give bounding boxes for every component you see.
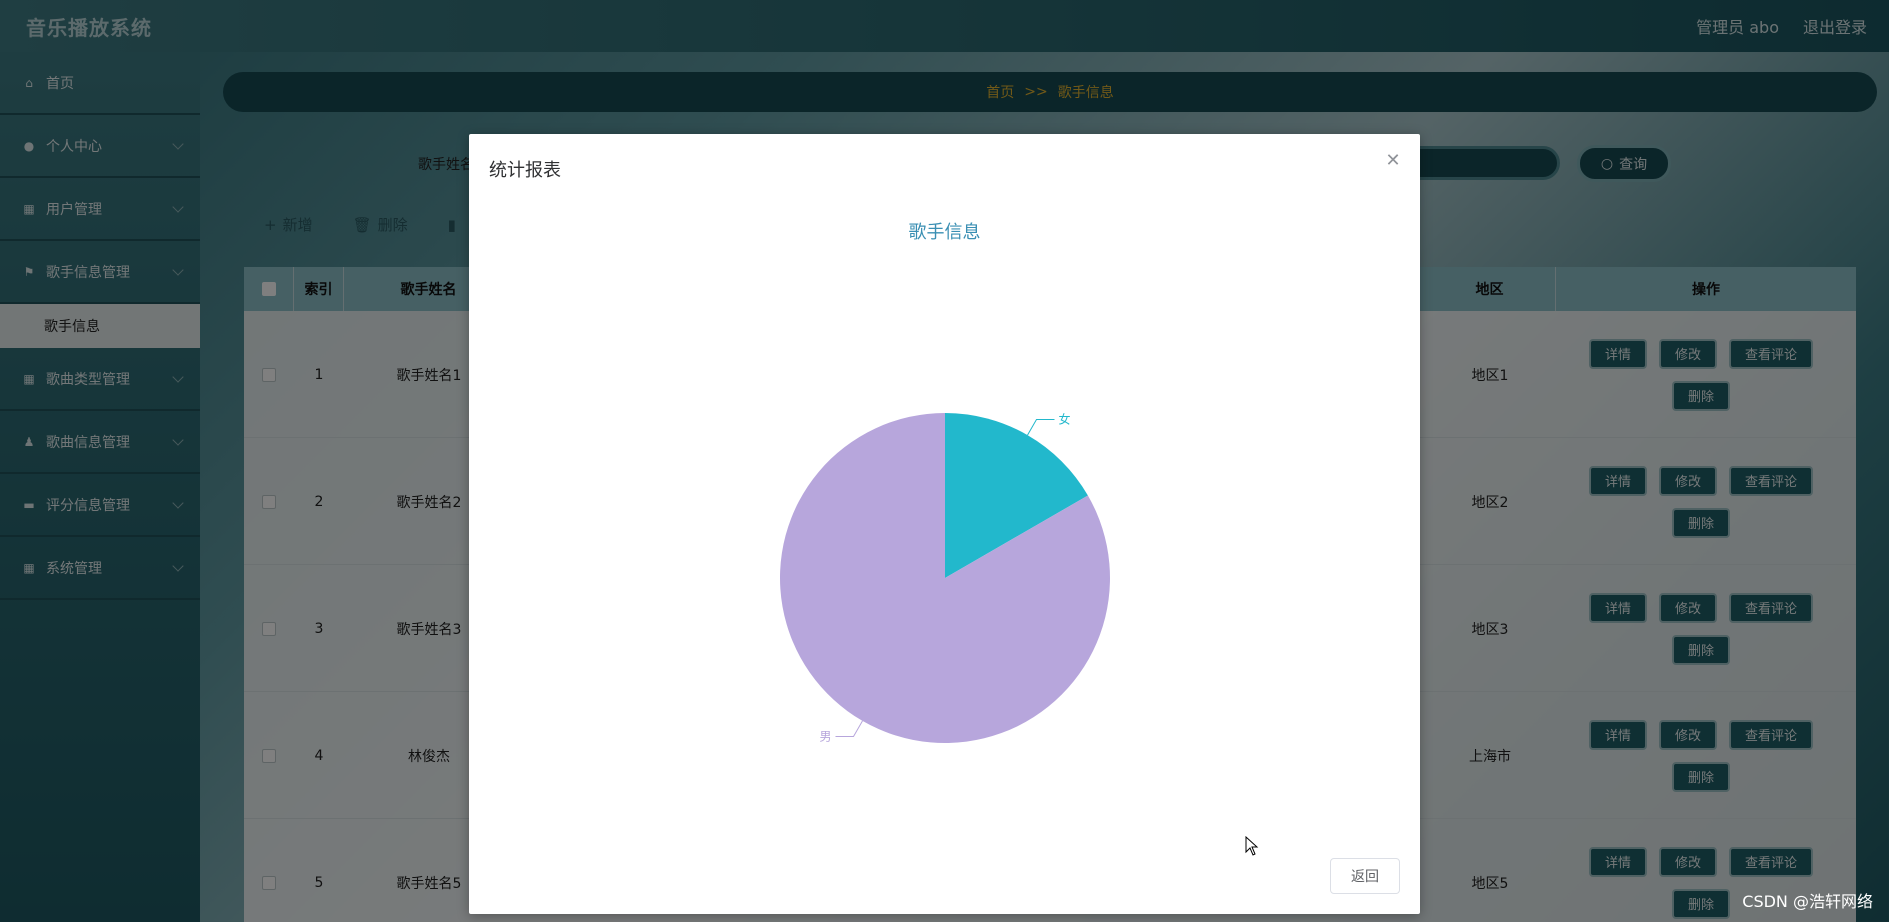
pie-label-line xyxy=(835,720,863,737)
pie-chart: 女男 xyxy=(780,412,1110,743)
stats-dialog: 统计报表 ✕ 歌手信息 女男 返回 xyxy=(469,134,1420,914)
pie-label-line xyxy=(1027,419,1055,436)
pie-label: 男 xyxy=(819,729,831,743)
back-button[interactable]: 返回 xyxy=(1330,858,1400,894)
mouse-cursor-icon xyxy=(1245,836,1259,856)
watermark: CSDN @浩轩网络 xyxy=(1742,892,1873,911)
pie-label: 女 xyxy=(1059,412,1071,427)
